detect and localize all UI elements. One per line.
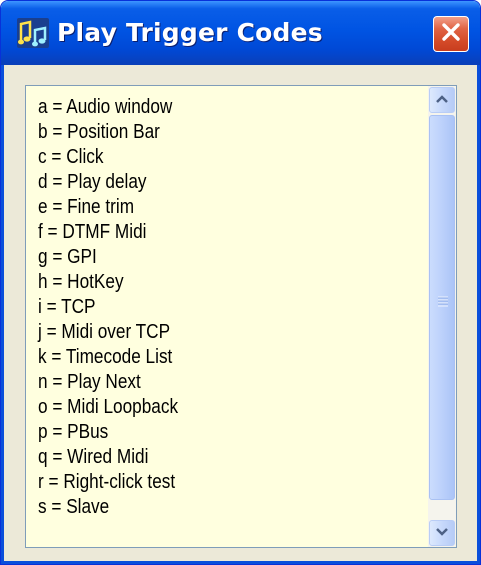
window-title: Play Trigger Codes <box>57 18 323 47</box>
scroll-down-arrow-icon <box>435 524 449 542</box>
list-item[interactable]: h = HotKey <box>38 269 124 295</box>
list-item[interactable]: b = Position Bar <box>38 119 160 145</box>
trigger-codes-listbox[interactable]: a = Audio window b = Position Bar c = Cl… <box>25 85 457 548</box>
grip-lines-icon <box>438 294 448 307</box>
close-x-icon <box>440 21 462 48</box>
window-border-left <box>1 65 4 564</box>
list-item[interactable]: r = Right-click test <box>38 469 175 495</box>
window-border-right <box>477 65 480 564</box>
list-item[interactable]: e = Fine trim <box>38 194 134 220</box>
list-item[interactable]: j = Midi over TCP <box>38 319 170 345</box>
list-item[interactable]: o = Midi Loopback <box>38 394 178 420</box>
scroll-up-arrow-icon <box>435 91 449 109</box>
list-item[interactable]: d = Play delay <box>38 169 147 195</box>
vertical-scrollbar[interactable] <box>428 86 456 547</box>
list-item[interactable]: n = Play Next <box>38 369 141 395</box>
list-item[interactable]: k = Timecode List <box>38 344 172 370</box>
list-item[interactable]: i = TCP <box>38 294 96 320</box>
title-bar[interactable]: Play Trigger Codes <box>1 1 480 65</box>
scroll-down-button[interactable] <box>429 520 455 546</box>
list-item[interactable]: c = Click <box>38 144 103 170</box>
scroll-up-button[interactable] <box>429 87 455 113</box>
trigger-codes-list: a = Audio window b = Position Bar c = Cl… <box>26 86 426 547</box>
list-item[interactable]: q = Wired Midi <box>38 444 148 470</box>
music-notes-icon <box>17 18 49 48</box>
list-item[interactable]: s = Slave <box>38 494 109 520</box>
list-item[interactable]: p = PBus <box>38 419 108 445</box>
scrollbar-thumb[interactable] <box>429 115 455 500</box>
close-button[interactable] <box>433 16 469 52</box>
window-border-bottom <box>1 561 480 564</box>
dialog-window: Play Trigger Codes a = Audio window b = … <box>0 0 481 565</box>
list-item[interactable]: a = Audio window <box>38 94 172 120</box>
list-item[interactable]: f = DTMF Midi <box>38 219 146 245</box>
list-item[interactable]: g = GPI <box>38 244 97 270</box>
